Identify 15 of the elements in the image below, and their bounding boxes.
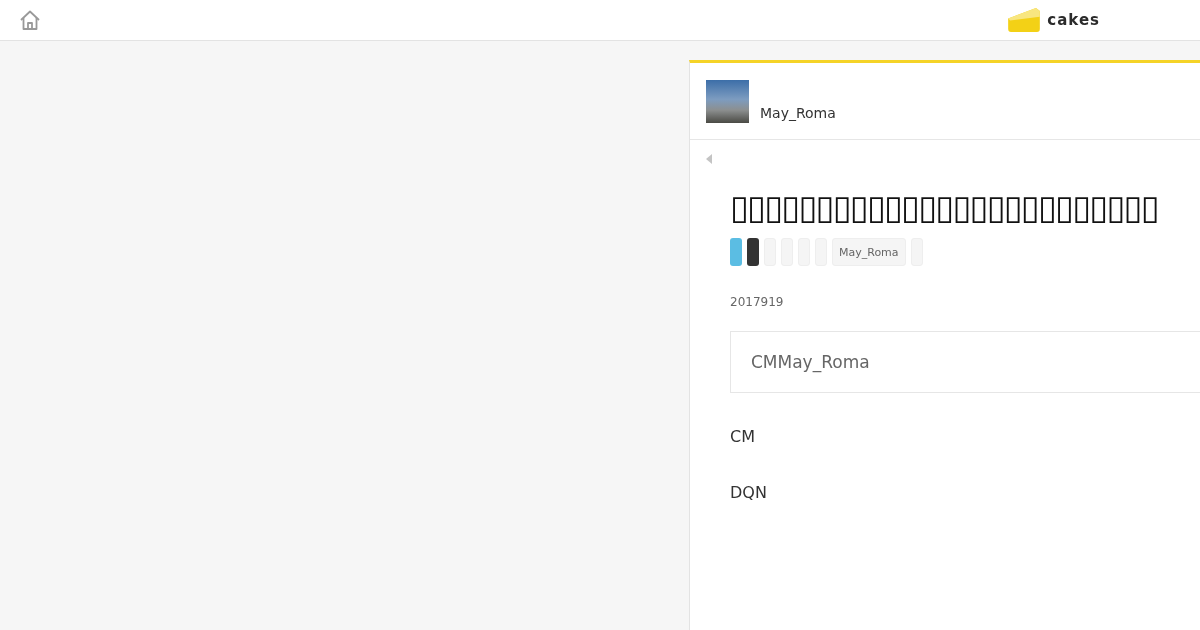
- body-paragraph: CM: [730, 426, 756, 448]
- site-logo[interactable]: cakes: [1008, 8, 1100, 32]
- caret-left-icon[interactable]: [706, 154, 712, 164]
- article-title: ▯▯▯▯▯▯▯▯▯▯▯▯▯▯▯▯▯▯▯▯▯▯▯▯▯: [730, 187, 1159, 227]
- body-paragraph: DQN: [730, 482, 768, 504]
- tag[interactable]: May_Roma: [832, 238, 906, 266]
- home-icon[interactable]: [19, 9, 41, 31]
- tag-chip[interactable]: [730, 238, 742, 266]
- publish-date: 2017919: [730, 294, 785, 310]
- cake-slice-icon: [1008, 8, 1041, 32]
- logo-text: cakes: [1047, 10, 1100, 30]
- author-name[interactable]: May_Roma: [760, 103, 836, 123]
- photo-placeholder[interactable]: [706, 80, 749, 123]
- tag-chip[interactable]: [747, 238, 759, 266]
- article-lead-quote: CMMay_Roma: [730, 331, 1200, 393]
